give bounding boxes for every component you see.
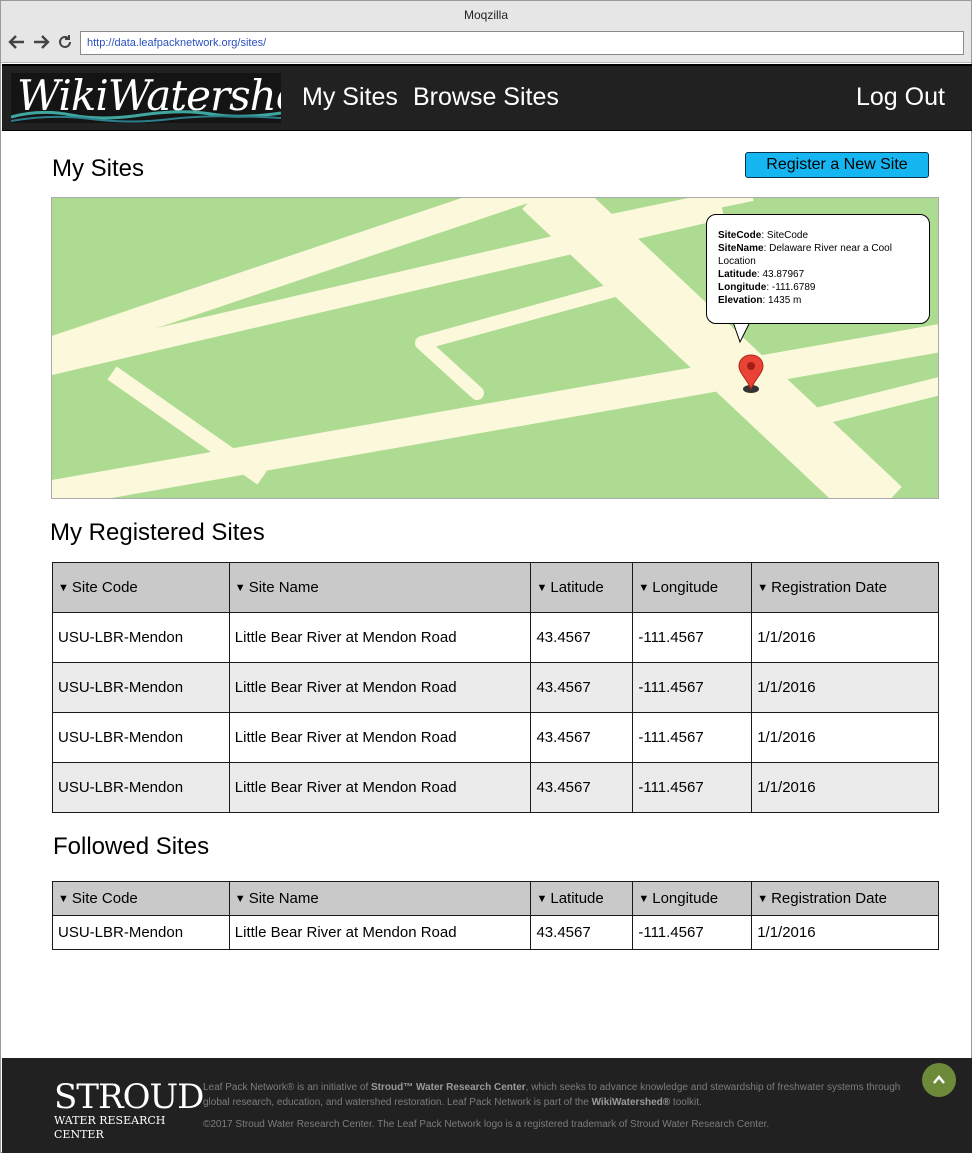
url-bar[interactable]: http://data.leafpacknetwork.org/sites/ <box>80 31 964 55</box>
column-header-latitude[interactable]: ▼ Latitude <box>530 562 634 613</box>
stroud-logo-main: STROUD <box>54 1077 204 1117</box>
popup-tail <box>732 322 751 344</box>
sites-map[interactable]: SiteCode: SiteCode SiteName: Delaware Ri… <box>51 197 939 499</box>
window-title: Moqzilla <box>1 1 971 27</box>
cell-site-name: Little Bear River at Mendon Road <box>228 712 532 763</box>
triangle-down-icon: ▼ <box>58 582 69 594</box>
table-row[interactable]: USU-LBR-Mendon Little Bear River at Mend… <box>52 712 939 763</box>
column-header-longitude[interactable]: ▼ Longitude <box>632 881 753 916</box>
popup-elevation: Elevation: 1435 m <box>718 295 802 306</box>
nav-browse-sites[interactable]: Browse Sites <box>413 83 559 112</box>
stroud-link[interactable]: Stroud™ Water Research Center <box>371 1082 526 1093</box>
cell-longitude: -111.4567 <box>632 712 753 763</box>
stroud-logo-sub: WATER RESEARCH CENTER <box>54 1114 166 1141</box>
triangle-down-icon: ▼ <box>638 582 650 594</box>
triangle-down-icon: ▼ <box>234 582 246 594</box>
footer-copyright: ©2017 Stroud Water Research Center. The … <box>203 1119 770 1130</box>
table-row[interactable]: USU-LBR-Mendon Little Bear River at Mend… <box>52 662 939 713</box>
reload-icon[interactable] <box>55 33 75 53</box>
back-to-top-button[interactable] <box>922 1063 956 1097</box>
followed-sites-table: ▼ Site Code ▼ Site Name ▼ Latitude ▼ Longitu… <box>52 881 939 950</box>
triangle-down-icon: ▼ <box>536 582 548 594</box>
cell-longitude: -111.4567 <box>632 915 753 950</box>
cell-latitude: 43.4567 <box>530 612 634 663</box>
cell-site-code: USU-LBR-Mendon <box>52 762 230 813</box>
triangle-down-icon: ▼ <box>757 582 769 594</box>
cell-site-name: Little Bear River at Mendon Road <box>228 762 532 813</box>
column-header-site-code[interactable]: ▼ Site Code <box>52 881 230 916</box>
popup-longitude: Longitude: -111.6789 <box>718 282 816 293</box>
column-header-latitude[interactable]: ▼ Latitude <box>530 881 634 916</box>
cell-site-code: USU-LBR-Mendon <box>52 662 230 713</box>
triangle-down-icon: ▼ <box>757 893 769 905</box>
wave-icon <box>11 110 281 123</box>
map-pin-icon[interactable] <box>738 353 764 395</box>
cell-registration-date: 1/1/2016 <box>751 612 939 663</box>
chevron-up-icon <box>933 1075 945 1084</box>
site-info-popup: SiteCode: SiteCode SiteName: Delaware Ri… <box>706 214 930 324</box>
popup-site-name: SiteName: Delaware River near a Cool Loc… <box>718 243 892 267</box>
cell-registration-date: 1/1/2016 <box>751 662 939 713</box>
page-footer: STROUD WATER RESEARCH CENTER Leaf Pack N… <box>2 1058 972 1153</box>
cell-site-code: USU-LBR-Mendon <box>52 712 230 763</box>
logout-link[interactable]: Log Out <box>856 83 945 112</box>
cell-registration-date: 1/1/2016 <box>751 762 939 813</box>
cell-registration-date: 1/1/2016 <box>751 915 939 950</box>
cell-site-name: Little Bear River at Mendon Road <box>228 915 532 950</box>
cell-site-name: Little Bear River at Mendon Road <box>228 612 532 663</box>
triangle-down-icon: ▼ <box>638 893 650 905</box>
column-header-longitude[interactable]: ▼ Longitude <box>632 562 753 613</box>
arrow-left-icon[interactable] <box>7 33 27 53</box>
cell-site-code: USU-LBR-Mendon <box>52 612 230 663</box>
registered-sites-table: ▼ Site Code ▼ Site Name ▼ Latitude ▼ Longitu… <box>52 562 939 813</box>
stroud-logo[interactable]: STROUD WATER RESEARCH CENTER <box>54 1077 204 1142</box>
cell-site-code: USU-LBR-Mendon <box>52 915 230 950</box>
cell-registration-date: 1/1/2016 <box>751 712 939 763</box>
column-header-site-name[interactable]: ▼ Site Name <box>228 562 532 613</box>
triangle-down-icon: ▼ <box>536 893 548 905</box>
table-row[interactable]: USU-LBR-Mendon Little Bear River at Mend… <box>52 612 939 663</box>
registered-sites-title: My Registered Sites <box>50 519 265 546</box>
app-header: WikiWatershed My Sites Browse Sites Log … <box>2 64 972 131</box>
page-title: My Sites <box>52 155 145 182</box>
footer-description: Leaf Pack Network® is an initiative of S… <box>203 1082 901 1108</box>
cell-site-name: Little Bear River at Mendon Road <box>228 662 532 713</box>
triangle-down-icon: ▼ <box>58 893 69 905</box>
table-row[interactable]: USU-LBR-Mendon Little Bear River at Mend… <box>52 915 939 950</box>
triangle-down-icon: ▼ <box>234 893 246 905</box>
column-header-site-name[interactable]: ▼ Site Name <box>228 881 532 916</box>
wikiwatershed-logo[interactable]: WikiWatershed <box>11 73 281 123</box>
cell-latitude: 43.4567 <box>530 915 634 950</box>
cell-latitude: 43.4567 <box>530 712 634 763</box>
column-header-registration-date[interactable]: ▼ Registration Date <box>751 881 939 916</box>
column-header-registration-date[interactable]: ▼ Registration Date <box>751 562 939 613</box>
register-site-button[interactable]: Register a New Site <box>745 152 929 178</box>
browser-toolbar: http://data.leafpacknetwork.org/sites/ <box>1 27 971 63</box>
cell-longitude: -111.4567 <box>632 612 753 663</box>
cell-latitude: 43.4567 <box>530 762 634 813</box>
cell-latitude: 43.4567 <box>530 662 634 713</box>
arrow-right-icon[interactable] <box>31 33 51 53</box>
followed-sites-title: Followed Sites <box>53 833 210 860</box>
popup-site-code: SiteCode: SiteCode <box>718 230 809 241</box>
table-row[interactable]: USU-LBR-Mendon Little Bear River at Mend… <box>52 762 939 813</box>
nav-my-sites[interactable]: My Sites <box>302 83 398 112</box>
popup-latitude: Latitude: 43.87967 <box>718 269 805 280</box>
wikiwatershed-link[interactable]: WikiWatershed® <box>592 1097 671 1108</box>
table-header-row: ▼ Site Code ▼ Site Name ▼ Latitude ▼ Longitu… <box>52 881 939 916</box>
cell-longitude: -111.4567 <box>632 762 753 813</box>
cell-longitude: -111.4567 <box>632 662 753 713</box>
browser-window: Moqzilla http://data.leafpacknetwork.org… <box>0 0 972 1153</box>
table-header-row: ▼ Site Code ▼ Site Name ▼ Latitude ▼ Longitu… <box>52 562 939 613</box>
column-header-site-code[interactable]: ▼ Site Code <box>52 562 230 613</box>
